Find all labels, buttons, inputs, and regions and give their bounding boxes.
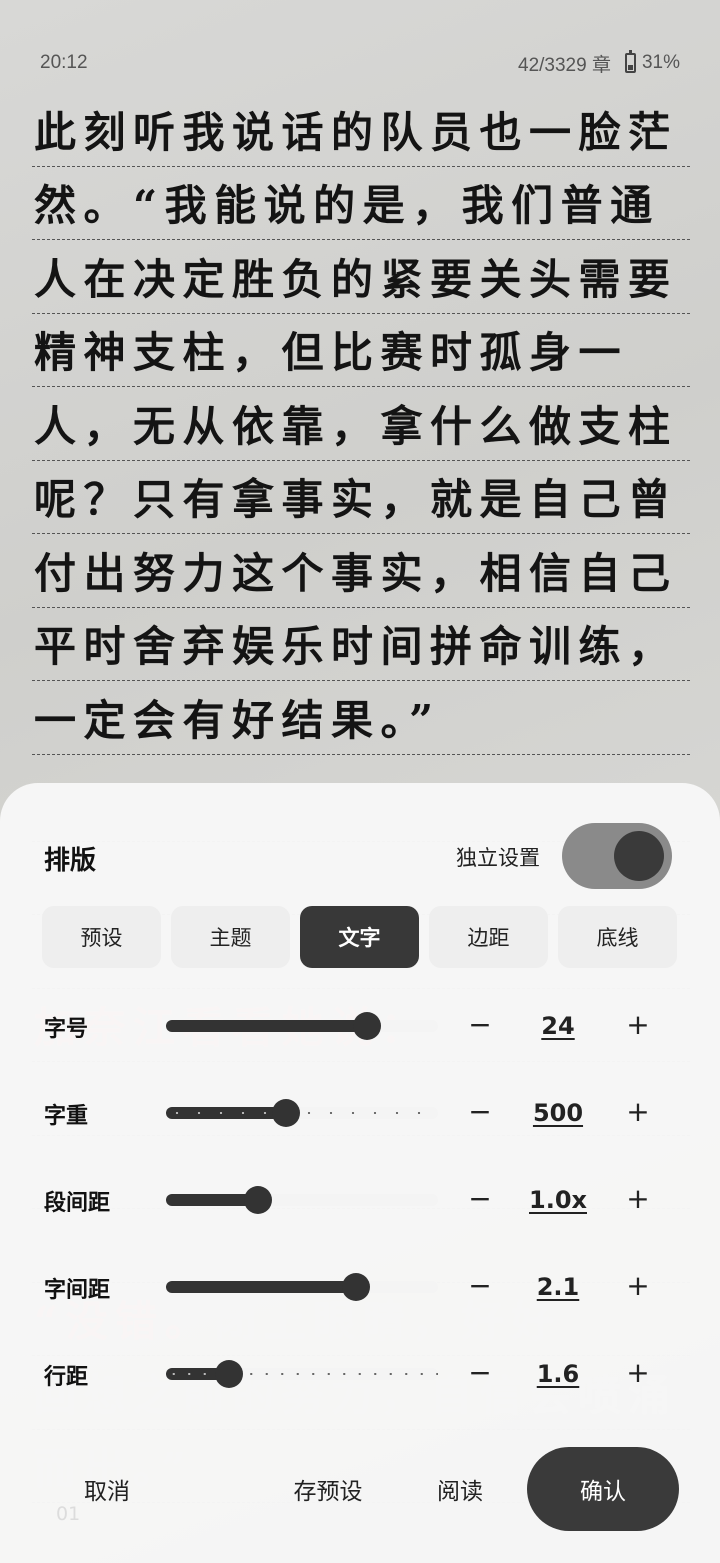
- setting-row: 字号 −24 +: [0, 1001, 720, 1051]
- setting-label: 字间距: [44, 1278, 111, 1303]
- tab-0[interactable]: 预设: [42, 906, 161, 968]
- slider-thumb[interactable]: [342, 1273, 371, 1301]
- status-right: 42/3329 章 31%: [518, 49, 680, 77]
- battery-level: 31%: [641, 52, 680, 73]
- text-line: 然。“我能说的是，我们普通: [32, 167, 690, 240]
- setting-label: 字重: [44, 1104, 89, 1129]
- slider-thumb[interactable]: [353, 1012, 382, 1040]
- tab-2[interactable]: 文字: [300, 906, 419, 968]
- increase-button[interactable]: +: [620, 1267, 656, 1303]
- text-line: 精神支柱，但比赛时孤身一: [32, 314, 690, 387]
- decrease-button[interactable]: −: [462, 1180, 498, 1216]
- setting-slider[interactable]: [166, 1099, 438, 1127]
- slider-ticks-active: [166, 1112, 286, 1114]
- tab-1[interactable]: 主题: [171, 906, 290, 968]
- text-line: 人，无从依靠，拿什么做支柱: [32, 387, 690, 461]
- slider-fill: [166, 1281, 357, 1293]
- independent-setting-toggle[interactable]: [562, 823, 672, 889]
- increase-button[interactable]: +: [620, 1093, 656, 1129]
- chapter-progress: 42/3329 章: [518, 54, 611, 76]
- text-line: 平时舍弃娱乐时间拼命训练，: [32, 608, 690, 681]
- text-line: 此刻听我说话的队员也一脸茫: [32, 93, 690, 167]
- read-button[interactable]: 阅读: [422, 1447, 498, 1531]
- typesetting-panel: 排版 独立设置 预设 主题 文字 边距 底线 字号 −24 + 字重 −500 + 段间距 −1.0x…: [0, 783, 720, 1563]
- setting-value[interactable]: 2.1: [518, 1273, 598, 1301]
- save-preset-button[interactable]: 存预设: [276, 1447, 380, 1531]
- setting-row: 字间距 −2.1 +: [0, 1262, 720, 1312]
- setting-slider[interactable]: [166, 1012, 438, 1040]
- setting-label: 字号: [44, 1017, 89, 1042]
- tab-3[interactable]: 边距: [429, 906, 548, 968]
- setting-row: 行距 −1.6 +: [0, 1349, 720, 1399]
- decrease-button[interactable]: −: [462, 1006, 498, 1042]
- slider-thumb[interactable]: [244, 1186, 273, 1214]
- setting-row: 字重 −500 +: [0, 1088, 720, 1138]
- action-bar: 取消 存预设 阅读 确认: [0, 1447, 720, 1531]
- page-number: 01: [56, 1503, 81, 1525]
- setting-slider[interactable]: [166, 1273, 438, 1301]
- slider-fill: [166, 1020, 368, 1032]
- tab-bar: 预设 主题 文字 边距 底线: [42, 906, 677, 968]
- increase-button[interactable]: +: [620, 1006, 656, 1042]
- panel-title: 排版: [44, 846, 97, 876]
- setting-label: 段间距: [44, 1191, 111, 1216]
- decrease-button[interactable]: −: [462, 1093, 498, 1129]
- setting-slider[interactable]: [166, 1360, 438, 1388]
- battery-group: 31%: [624, 49, 680, 74]
- tab-4[interactable]: 底线: [558, 906, 677, 968]
- setting-row: 段间距 −1.0x +: [0, 1175, 720, 1225]
- battery-icon: [624, 49, 636, 73]
- setting-slider[interactable]: [166, 1186, 438, 1214]
- text-line: 人在决定胜负的紧要关头需要: [32, 240, 690, 314]
- independent-setting-label: 独立设置: [456, 846, 540, 870]
- setting-value[interactable]: 1.6: [518, 1360, 598, 1388]
- slider-thumb[interactable]: [271, 1099, 300, 1127]
- confirm-button[interactable]: 确认: [527, 1447, 679, 1531]
- decrease-button[interactable]: −: [462, 1267, 498, 1303]
- setting-label: 行距: [44, 1365, 89, 1390]
- text-line: 呢？只有拿事实，就是自己曾: [32, 461, 690, 534]
- status-bar: 20:12 42/3329 章 31%: [40, 48, 680, 78]
- increase-button[interactable]: +: [620, 1354, 656, 1390]
- setting-value[interactable]: 1.0x: [518, 1186, 598, 1214]
- increase-button[interactable]: +: [620, 1180, 656, 1216]
- reading-content[interactable]: 此刻听我说话的队员也一脸茫 然。“我能说的是，我们普通 人在决定胜负的紧要关头需要精…: [32, 93, 690, 755]
- clock: 20:12: [40, 52, 88, 73]
- setting-value[interactable]: 24: [518, 1012, 598, 1040]
- decrease-button[interactable]: −: [462, 1354, 498, 1390]
- text-line: 一定会有好结果。”: [32, 681, 690, 755]
- setting-value[interactable]: 500: [518, 1099, 598, 1127]
- toggle-knob: [614, 831, 664, 881]
- text-line: 付出努力这个事实，相信自己: [32, 534, 690, 608]
- slider-thumb[interactable]: [214, 1360, 243, 1388]
